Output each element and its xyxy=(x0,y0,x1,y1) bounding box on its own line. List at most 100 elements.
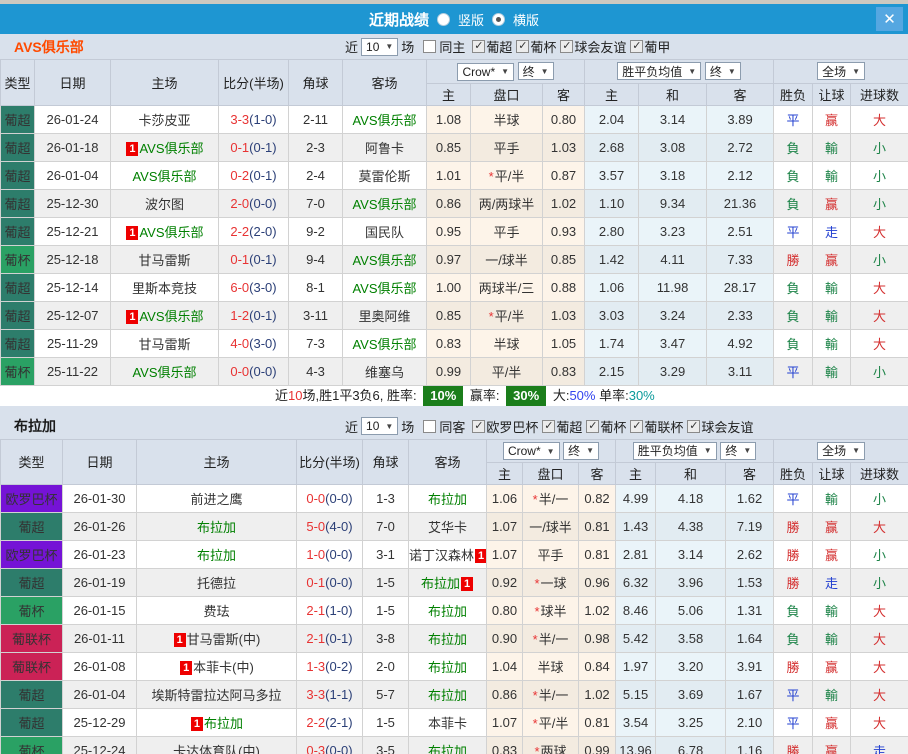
mean-away: 7.33 xyxy=(706,244,775,274)
mean-home: 1.10 xyxy=(584,188,640,218)
league-type-badge: 葡超 xyxy=(0,512,63,541)
result-outcome: 負 xyxy=(773,188,814,218)
match-date: 26-01-15 xyxy=(62,596,137,625)
away-team: AVS俱乐部 xyxy=(342,328,427,358)
result-outcome: 勝 xyxy=(773,568,814,597)
league-filter-label: 葡杯 xyxy=(530,40,557,55)
league-type-badge: 葡超 xyxy=(0,216,35,246)
home-odds: 1.07 xyxy=(486,512,523,541)
result-outcome: 負 xyxy=(773,132,814,162)
col-away: 客场 xyxy=(342,59,427,106)
handicap-line: 平手 xyxy=(470,216,543,246)
odds-final-select[interactable]: 终 ▼ xyxy=(563,441,600,460)
match-row: 葡超 26-01-24 卡莎皮亚 3-3(1-0) 2-11 AVS俱乐部 1.08 半球 0.… xyxy=(0,104,908,134)
result-handicap: 赢 xyxy=(812,652,852,681)
corner-count: 9-4 xyxy=(288,244,343,274)
score-with-halftime: 2-1(1-0) xyxy=(296,596,363,625)
mean-draw: 3.24 xyxy=(638,300,708,330)
mean-home: 2.81 xyxy=(615,540,657,569)
mean-draw: 3.29 xyxy=(638,356,708,386)
same-venue-label: 同客 xyxy=(439,419,466,435)
league-filter-checkbox[interactable]: ✓ xyxy=(472,40,486,53)
mean-away: 2.51 xyxy=(706,216,775,246)
odds-final-select[interactable]: 终 ▼ xyxy=(517,62,554,80)
mean-home: 1.42 xyxy=(584,244,640,274)
chevron-down-icon: ▼ xyxy=(501,67,510,76)
result-outcome: 負 xyxy=(773,160,814,190)
dialog-titlebar: 近期战绩 竖版 横版 ✕ xyxy=(0,4,908,34)
league-type-badge: 欧罗巴杯 xyxy=(0,484,63,513)
match-date: 26-01-18 xyxy=(34,132,111,162)
mean-final-select[interactable]: 终 ▼ xyxy=(720,441,757,460)
odds-source-select[interactable]: Crow* ▼ xyxy=(457,62,515,81)
col-score: 比分(半场) xyxy=(218,59,289,106)
corner-count: 2-3 xyxy=(288,132,343,162)
handicap-line: *平/半 xyxy=(470,300,543,330)
league-filter-checkbox[interactable]: ✓ xyxy=(630,419,644,433)
league-filter-label: 葡超 xyxy=(486,40,513,55)
mean-draw: 3.58 xyxy=(655,624,727,653)
same-venue-checkbox[interactable] xyxy=(423,419,437,433)
league-filter-checkbox[interactable]: ✓ xyxy=(516,40,530,53)
near-label: 近 xyxy=(345,419,359,435)
result-handicap: 走 xyxy=(812,216,852,246)
games-count-select[interactable]: 10 ▼ xyxy=(361,37,399,56)
match-row: 葡联杯 26-01-08 1 本菲卡(中) 1-3(0-2) 2-0 布拉加 1.04 半球 0.… xyxy=(0,652,908,681)
odds-group-header: Crow* ▼ 终 ▼ xyxy=(485,438,617,463)
horizontal-layout-radio[interactable] xyxy=(492,12,505,26)
match-date: 26-01-04 xyxy=(62,680,137,709)
games-count-select[interactable]: 10 ▼ xyxy=(361,417,399,435)
league-filter-checkbox[interactable]: ✓ xyxy=(687,419,701,433)
mean-away: 2.72 xyxy=(706,132,775,162)
same-venue-checkbox[interactable] xyxy=(423,40,437,53)
league-type-badge: 葡杯 xyxy=(0,596,63,625)
fulltime-select[interactable]: 全场 ▼ xyxy=(817,62,865,81)
sub-mean-away: 客 xyxy=(725,462,775,485)
league-filter-checkbox[interactable]: ✓ xyxy=(542,419,556,433)
home-team: 前进之鹰 xyxy=(136,484,297,513)
league-filter-checkbox[interactable]: ✓ xyxy=(630,40,644,53)
away-odds: 0.82 xyxy=(577,484,617,513)
result-goals: 大 xyxy=(850,680,908,709)
away-odds: 0.99 xyxy=(577,736,617,754)
home-team: 费珐 xyxy=(136,596,297,625)
sub-mean-away: 客 xyxy=(706,82,775,106)
away-team: 布拉加 xyxy=(408,624,487,653)
result-goals: 大 xyxy=(850,652,908,681)
handicap-line: *球半 xyxy=(522,596,579,625)
mean-source-select[interactable]: 胜平负均值 ▼ xyxy=(632,441,717,460)
league-filters: ✓ 葡超 ✓ 葡杯 ✓ 球会友谊 ✓ 葡甲 xyxy=(468,37,670,56)
mean-source-select[interactable]: 胜平负均值 ▼ xyxy=(617,62,702,81)
league-filter-checkbox[interactable]: ✓ xyxy=(560,40,574,53)
home-odds: 0.86 xyxy=(486,680,523,709)
corner-count: 7-3 xyxy=(288,328,343,358)
score-with-halftime: 0-0(0-0) xyxy=(296,484,363,513)
fulltime-select[interactable]: 全场 ▼ xyxy=(817,441,865,460)
vertical-layout-radio[interactable] xyxy=(436,12,450,26)
home-odds: 0.83 xyxy=(486,736,523,754)
home-team: AVS俱乐部 xyxy=(110,160,219,190)
score-with-halftime: 2-1(0-1) xyxy=(296,624,363,653)
filter-bar: 近 10 ▼ 场 同客 ✓ 欧罗巴杯 ✓ 葡超 ✓ 葡杯 ✓ 葡联杯 ✓ 球会友谊 xyxy=(345,417,753,436)
score-with-halftime: 0-0(0-0) xyxy=(218,356,289,386)
away-odds: 0.81 xyxy=(577,540,617,569)
record-summary: 近10场,胜1平3负6, 胜率: 10% 赢率: 30% 大:50% 单率:30… xyxy=(0,385,908,406)
sub-mean-home: 主 xyxy=(584,82,640,106)
league-type-badge: 葡超 xyxy=(0,328,35,358)
league-filter-checkbox[interactable]: ✓ xyxy=(586,419,600,433)
result-handicap: 赢 xyxy=(812,188,852,218)
col-home: 主场 xyxy=(110,59,219,106)
handicap-line: *半/一 xyxy=(522,484,579,513)
odds-source-select[interactable]: Crow* ▼ xyxy=(502,442,560,460)
home-odds: 1.00 xyxy=(426,272,471,302)
result-goals: 大 xyxy=(850,300,908,330)
home-team: 甘马雷斯 xyxy=(110,244,219,274)
mean-final-select[interactable]: 终 ▼ xyxy=(704,62,741,81)
chevron-down-icon: ▼ xyxy=(586,446,595,455)
league-filter-checkbox[interactable]: ✓ xyxy=(472,419,486,433)
league-type-badge: 葡杯 xyxy=(0,736,63,754)
home-team: 1 AVS俱乐部 xyxy=(110,300,219,330)
close-icon[interactable]: ✕ xyxy=(876,7,903,31)
away-team: AVS俱乐部 xyxy=(342,188,427,218)
result-goals: 小 xyxy=(850,568,908,597)
